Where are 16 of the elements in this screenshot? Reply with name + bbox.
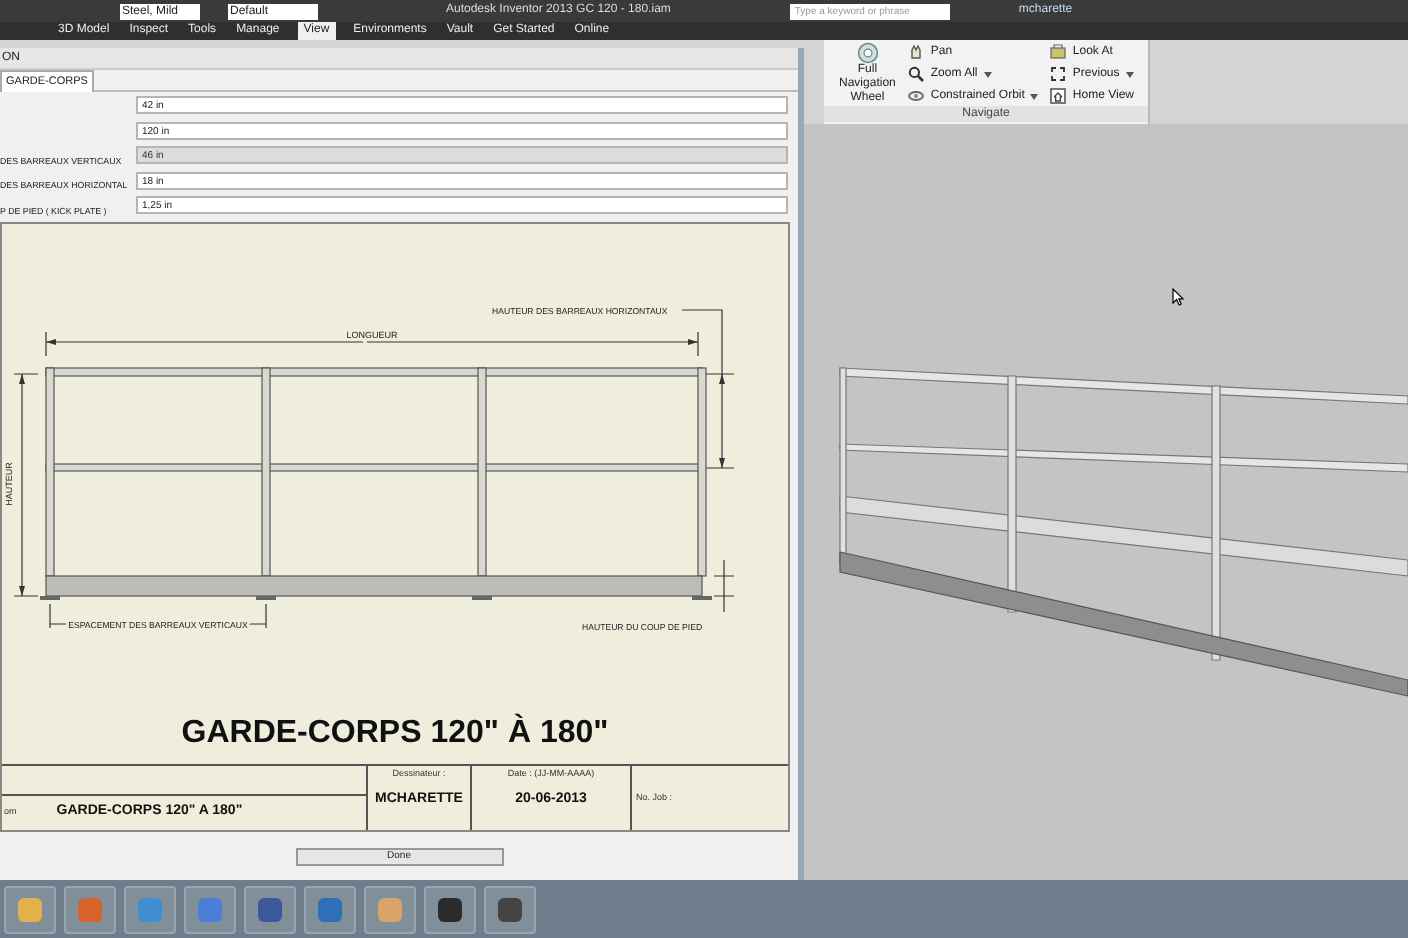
- orbit-icon: [908, 88, 925, 104]
- taskbar-button[interactable]: [424, 885, 476, 933]
- taskbar-button[interactable]: [244, 885, 296, 933]
- steering-wheel-icon: [853, 42, 882, 64]
- dropdown-caret-icon: [1125, 71, 1134, 77]
- magnifier-icon: [908, 66, 925, 82]
- cursor-icon: [1172, 288, 1184, 306]
- dropdown-caret-icon: [983, 71, 992, 77]
- corner-arrows-icon: [1050, 66, 1067, 82]
- kick-height-dimension: [713, 559, 735, 613]
- hand-icon: [908, 44, 925, 60]
- dropdown-caret-icon: [1030, 93, 1039, 99]
- look-at-icon: [1050, 44, 1067, 60]
- drawing-title: GARDE-CORPS 120" À 180": [181, 711, 609, 754]
- home-icon: [1050, 88, 1067, 104]
- taskbar-button[interactable]: [484, 885, 536, 933]
